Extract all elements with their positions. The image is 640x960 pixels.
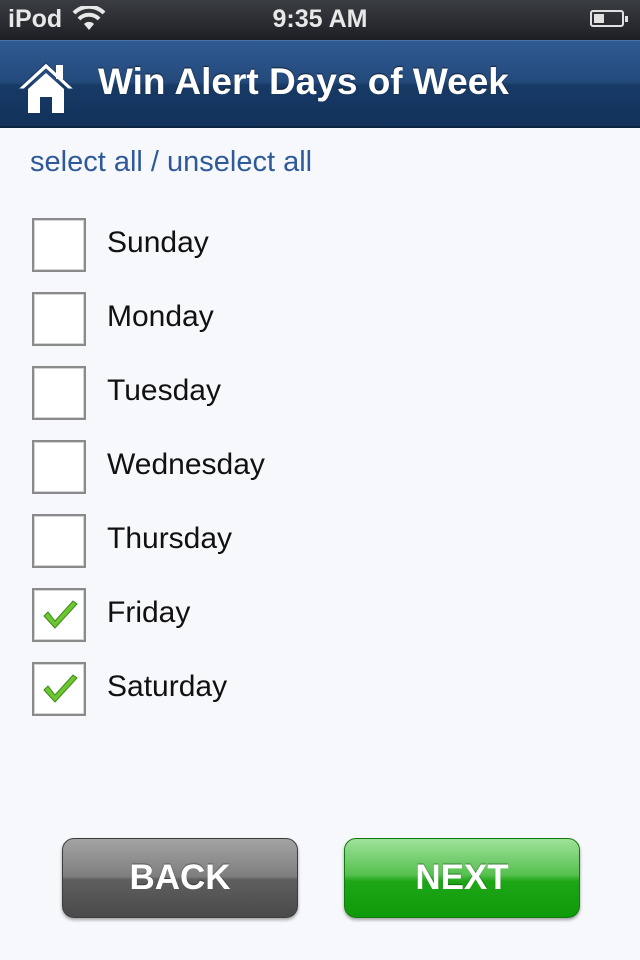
day-checkbox[interactable]	[32, 514, 86, 568]
day-checkbox[interactable]	[32, 440, 86, 494]
day-row-friday[interactable]: Friday	[30, 586, 430, 660]
day-label: Wednesday	[107, 448, 265, 481]
day-checkbox[interactable]	[32, 662, 86, 716]
page-title: Win Alert Days of Week	[98, 61, 509, 102]
checkmark-icon	[43, 674, 78, 703]
day-label: Sunday	[107, 226, 209, 259]
day-label: Tuesday	[107, 374, 221, 407]
days-list: Sunday Monday Tuesday Wednesday Thursday Frid…	[30, 216, 430, 734]
day-label: Saturday	[107, 670, 228, 703]
day-label: Friday	[107, 596, 191, 629]
day-row-monday[interactable]: Monday	[30, 290, 430, 364]
battery-level	[594, 14, 605, 23]
day-row-sunday[interactable]: Sunday	[30, 216, 430, 290]
select-all-link[interactable]: select all / unselect all	[30, 146, 312, 179]
day-checkbox[interactable]	[32, 366, 86, 420]
nav-header: Win Alert Days of Week	[0, 40, 640, 128]
day-row-thursday[interactable]: Thursday	[30, 512, 430, 586]
checkmark-icon	[43, 600, 78, 629]
day-row-tuesday[interactable]: Tuesday	[30, 364, 430, 438]
day-checkbox[interactable]	[32, 588, 86, 642]
home-icon[interactable]	[16, 59, 76, 115]
day-row-saturday[interactable]: Saturday	[30, 660, 430, 734]
next-button[interactable]: NEXT	[344, 838, 580, 918]
day-label: Thursday	[107, 522, 233, 555]
day-label: Monday	[107, 300, 214, 333]
day-checkbox[interactable]	[32, 292, 86, 346]
status-time: 9:35 AM	[272, 5, 368, 33]
day-row-wednesday[interactable]: Wednesday	[30, 438, 430, 512]
back-button[interactable]: BACK	[62, 838, 298, 918]
battery-icon	[590, 10, 628, 27]
status-bar: iPod 9:35 AM	[0, 0, 640, 40]
day-checkbox[interactable]	[32, 218, 86, 272]
